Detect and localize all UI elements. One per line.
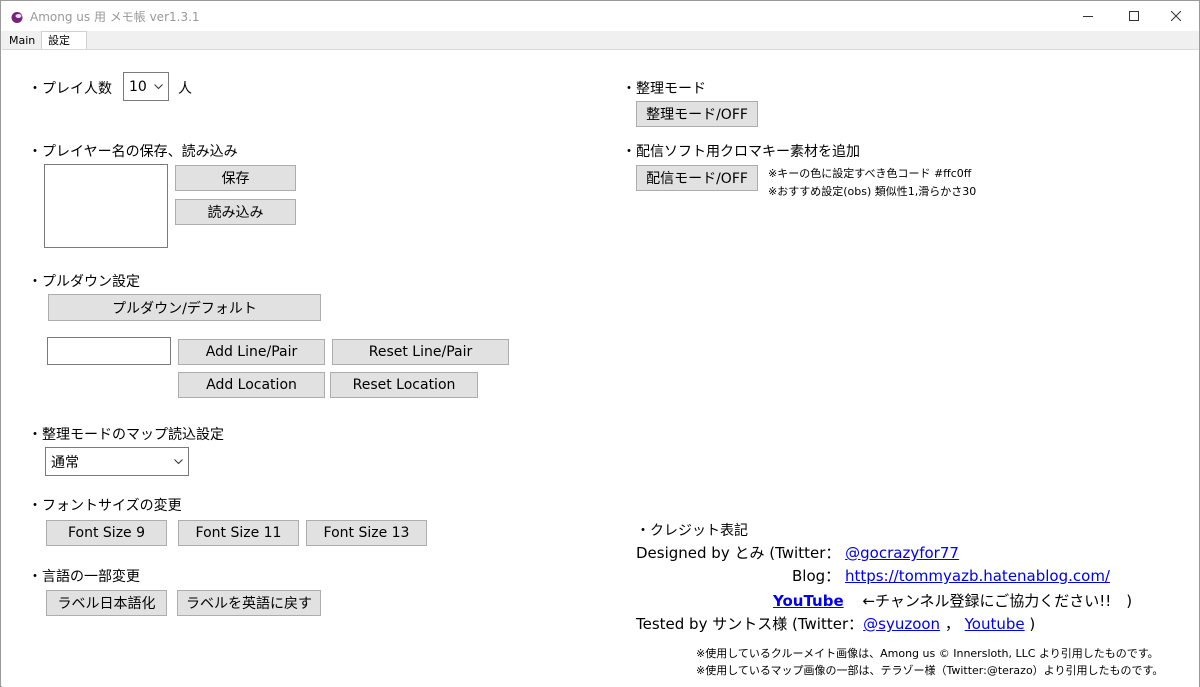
map-load-select[interactable]: 通常 xyxy=(45,447,189,476)
pulldown-input[interactable] xyxy=(47,337,171,365)
app-icon xyxy=(10,9,24,23)
close-icon xyxy=(1171,11,1181,21)
minimize-button[interactable] xyxy=(1065,1,1111,31)
app-window: Among us 用 メモ帳 ver1.3.1 Main 設定 ・プレイ人数 1… xyxy=(0,0,1200,687)
maximize-icon xyxy=(1129,11,1139,21)
map-load-value: 通常 xyxy=(51,454,79,471)
players-label: ・プレイ人数 xyxy=(28,81,112,97)
tab-bar: Main 設定 xyxy=(1,31,1199,50)
player-names-list[interactable] xyxy=(44,164,168,248)
tester-twitter-link[interactable]: @syuzoon xyxy=(863,615,940,633)
credits-label: ・クレジット表記 xyxy=(636,523,748,539)
font-size-label: ・フォントサイズの変更 xyxy=(28,498,182,514)
tab-settings[interactable]: 設定 xyxy=(41,31,87,50)
tester-youtube-link[interactable]: Youtube xyxy=(965,615,1025,633)
close-button[interactable] xyxy=(1153,1,1199,31)
blog-text: Blog： xyxy=(792,567,841,585)
window-title: Among us 用 メモ帳 ver1.3.1 xyxy=(30,10,200,24)
tested-by-line: Tested by サントス様 (Twitter：@syuzoon ， Yout… xyxy=(636,613,1035,634)
pulldown-label: ・プルダウン設定 xyxy=(28,274,140,290)
minimize-icon xyxy=(1083,16,1093,17)
players-value: 10 xyxy=(129,78,147,95)
font-size-9-button[interactable]: Font Size 9 xyxy=(46,520,167,546)
english-labels-button[interactable]: ラベルを英語に戻す xyxy=(177,590,321,616)
tested-suffix: ) xyxy=(1029,615,1036,633)
designed-by-line: Designed by とみ (Twitter： @gocrazyfor77 xyxy=(636,542,959,563)
font-size-13-button[interactable]: Font Size 13 xyxy=(306,520,427,546)
youtube-line: YouTube ←チャンネル登録にご協力ください!! ) xyxy=(773,590,1132,611)
load-button[interactable]: 読み込み xyxy=(175,199,296,225)
youtube-link[interactable]: YouTube xyxy=(773,592,844,610)
chroma-note-color: ※キーの色に設定すべき色コード #ffc0ff xyxy=(768,167,972,180)
blog-link[interactable]: https://tommyazb.hatenablog.com/ xyxy=(845,567,1110,585)
settings-panel: ・プレイ人数 10 人 ・プレイヤー名の保存、読み込み 保存 読み込み ・プルダ… xyxy=(2,49,1199,687)
blog-line: Blog： https://tommyazb.hatenablog.com/ xyxy=(792,565,1110,586)
chroma-note-obs: ※おすすめ設定(obs) 類似性1,滑らかさ30 xyxy=(768,185,977,198)
organize-mode-label: ・整理モード xyxy=(622,81,706,97)
player-names-label: ・プレイヤー名の保存、読み込み xyxy=(28,144,238,160)
language-label: ・言語の一部変更 xyxy=(28,569,140,585)
youtube-text: ←チャンネル登録にご協力ください!! ) xyxy=(862,592,1133,610)
stream-mode-button[interactable]: 配信モード/OFF xyxy=(636,165,758,191)
footer-note-crewmate: ※使用しているクルーメイト画像は、Among us © Innersloth, … xyxy=(696,647,1159,660)
pulldown-default-button[interactable]: プルダウン/デフォルト xyxy=(48,294,321,321)
reset-location-button[interactable]: Reset Location xyxy=(330,372,478,398)
chevron-down-icon xyxy=(154,83,163,89)
designer-twitter-link[interactable]: @gocrazyfor77 xyxy=(845,544,959,562)
organize-mode-button[interactable]: 整理モード/OFF xyxy=(636,101,758,127)
tab-main[interactable]: Main xyxy=(3,33,41,49)
add-location-button[interactable]: Add Location xyxy=(178,372,325,398)
save-button[interactable]: 保存 xyxy=(175,165,296,191)
footer-note-map: ※使用しているマップ画像の一部は、テラゾー様（Twitter:@terazo）よ… xyxy=(696,664,1164,677)
players-select[interactable]: 10 xyxy=(123,72,169,101)
tested-by-text: Tested by サントス様 (Twitter： xyxy=(636,615,864,633)
chroma-label: ・配信ソフト用クロマキー素材を追加 xyxy=(622,144,860,160)
japanese-labels-button[interactable]: ラベル日本語化 xyxy=(46,590,167,616)
map-load-label: ・整理モードのマップ読込設定 xyxy=(28,427,224,443)
maximize-button[interactable] xyxy=(1111,1,1157,31)
designed-by-text: Designed by とみ (Twitter： xyxy=(636,544,841,562)
reset-line-pair-button[interactable]: Reset Line/Pair xyxy=(332,339,509,365)
font-size-11-button[interactable]: Font Size 11 xyxy=(178,520,299,546)
add-line-pair-button[interactable]: Add Line/Pair xyxy=(178,339,325,365)
title-bar[interactable]: Among us 用 メモ帳 ver1.3.1 xyxy=(1,1,1199,31)
tested-separator: ， xyxy=(944,615,960,633)
chevron-down-icon xyxy=(174,458,183,464)
players-unit: 人 xyxy=(178,81,192,97)
